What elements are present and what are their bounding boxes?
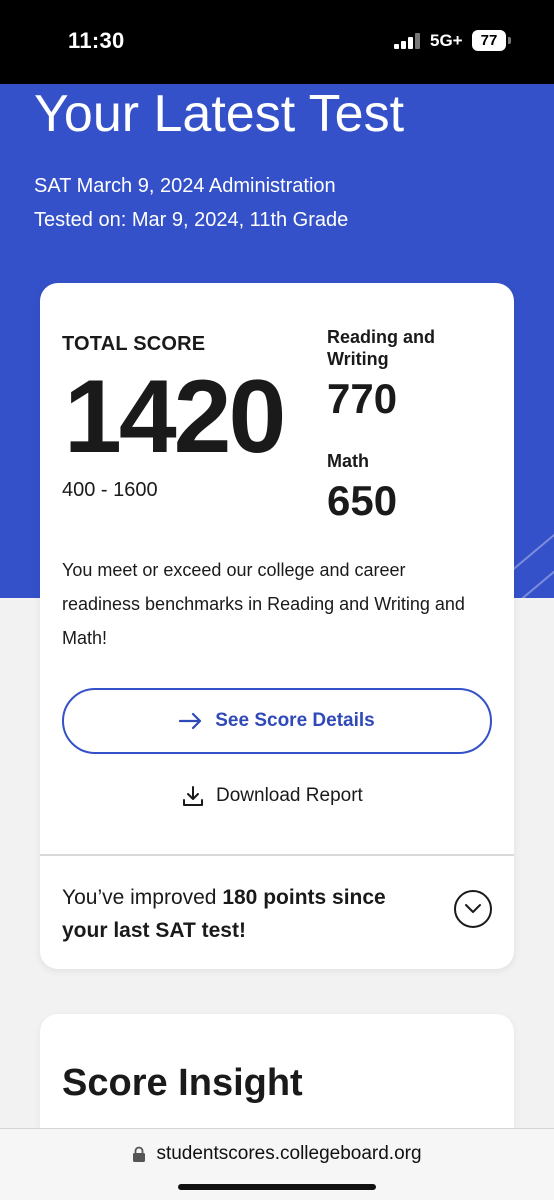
math-score: 650 bbox=[327, 477, 398, 524]
signal-strength-icon bbox=[394, 33, 424, 49]
benchmark-message: You meet or exceed our college and caree… bbox=[62, 560, 465, 648]
status-bar: 11:30 5G+ 77 bbox=[0, 0, 554, 84]
battery-nub bbox=[508, 37, 511, 44]
see-score-details-button[interactable]: See Score Details bbox=[62, 688, 492, 754]
battery-icon: 77 bbox=[472, 30, 506, 51]
total-score-value: 1420 bbox=[64, 359, 286, 475]
lock-icon bbox=[133, 1146, 146, 1162]
download-icon bbox=[183, 786, 203, 806]
url-text: studentscores.collegeboard.org bbox=[156, 1143, 422, 1164]
expand-improvement-button[interactable] bbox=[454, 890, 492, 928]
chevron-down-icon bbox=[465, 904, 481, 913]
arrow-right-icon bbox=[179, 712, 202, 730]
reading-writing-label: Reading and Writing bbox=[327, 327, 436, 369]
improvement-message: You’ve improved 180 points since your la… bbox=[62, 881, 422, 947]
tested-on-date: Tested on: Mar 9, 2024, 11th Grade bbox=[34, 209, 349, 231]
see-score-details-label: See Score Details bbox=[215, 710, 375, 731]
score-insight-title: Score Insight bbox=[62, 1062, 303, 1104]
download-report-link[interactable]: Download Report bbox=[182, 785, 363, 807]
home-indicator[interactable] bbox=[178, 1184, 376, 1190]
reading-writing-score: 770 bbox=[327, 375, 398, 422]
improvement-prefix: You’ve improved bbox=[62, 886, 223, 909]
status-time: 11:30 bbox=[68, 28, 125, 53]
network-type: 5G+ bbox=[430, 31, 463, 50]
total-score-label: TOTAL SCORE bbox=[62, 333, 206, 355]
url-display[interactable]: studentscores.collegeboard.org bbox=[0, 1143, 554, 1165]
page-title: Your Latest Test bbox=[34, 85, 405, 143]
divider bbox=[40, 854, 514, 856]
math-label: Math bbox=[327, 451, 369, 471]
score-card: TOTAL SCORE 1420 400 - 1600 Reading and … bbox=[40, 283, 514, 969]
download-report-label: Download Report bbox=[216, 785, 363, 806]
test-administration: SAT March 9, 2024 Administration bbox=[34, 175, 336, 197]
score-range: 400 - 1600 bbox=[62, 479, 158, 501]
